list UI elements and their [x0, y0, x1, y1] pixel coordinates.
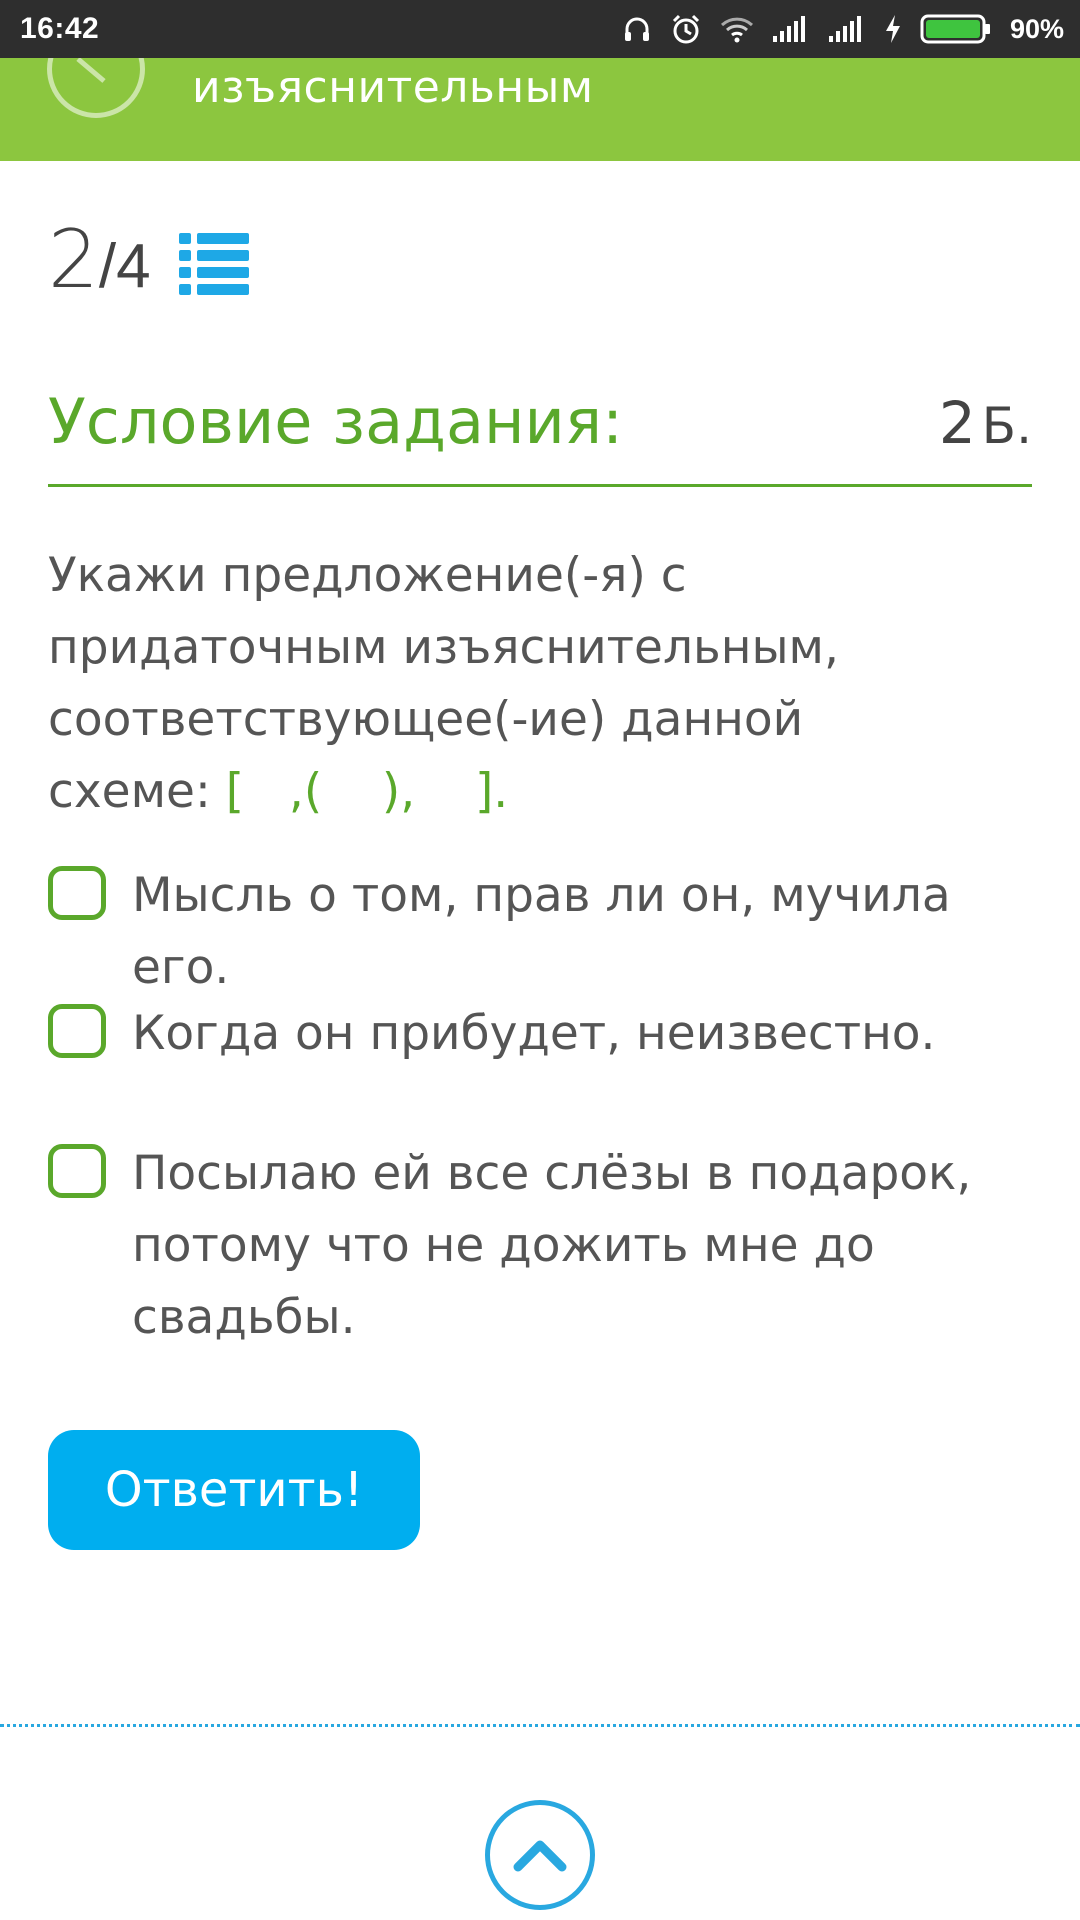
option-label: Мысль о том, прав ли он, мучила его. — [132, 868, 951, 995]
signal-icon — [828, 16, 866, 42]
charging-icon — [884, 14, 902, 44]
option-checkbox[interactable] — [48, 1004, 106, 1058]
progress-total: 4 — [116, 232, 151, 301]
alarm-icon — [670, 13, 702, 45]
back-button[interactable] — [47, 58, 145, 118]
condition-header: Условие задания: 2 Б. — [48, 385, 1032, 458]
answer-option-2[interactable]: Когда он прибудет, неизвестно. — [48, 998, 1032, 1070]
headphones-icon — [622, 14, 652, 44]
wifi-icon — [720, 15, 754, 43]
question-scheme: [ ,( ), ]. — [225, 764, 509, 819]
answer-option-3[interactable]: Посылаю ей все слёзы в подарок, потому ч… — [48, 1138, 1032, 1354]
points-value: 2 — [938, 389, 976, 457]
answer-option-1[interactable]: Мысль о том, прав ли он, мучила его. — [48, 860, 1032, 1004]
condition-title: Условие задания: — [48, 385, 623, 458]
signal-icon — [772, 16, 810, 42]
option-checkbox[interactable] — [48, 1144, 106, 1198]
chevron-up-icon — [513, 1840, 567, 1872]
question-text: Укажи предложение(-я) с придаточным изъя… — [48, 540, 948, 828]
option-label: Посылаю ей все слёзы в подарок, потому ч… — [132, 1146, 972, 1345]
battery-icon — [920, 14, 992, 44]
progress-separator: / — [98, 232, 117, 301]
scroll-to-top-button[interactable] — [485, 1800, 595, 1910]
question-list-icon[interactable] — [178, 231, 249, 295]
footer-divider — [0, 1724, 1080, 1727]
status-time: 16:42 — [20, 12, 100, 45]
option-label: Когда он прибудет, неизвестно. — [132, 1006, 936, 1061]
status-bar: 16:42 90% — [0, 0, 1080, 58]
progress-current: 2 — [48, 213, 99, 306]
app-header: изъяснительным — [0, 58, 1080, 161]
battery-percent: 90% — [1009, 13, 1064, 44]
condition-divider — [48, 484, 1032, 487]
option-checkbox[interactable] — [48, 866, 106, 920]
header-title: изъяснительным — [192, 62, 594, 113]
status-icons: 90% — [622, 13, 1064, 45]
points: 2 Б. — [939, 389, 1032, 457]
chevron-left-icon — [76, 58, 106, 83]
answer-button[interactable]: Ответить! — [48, 1430, 420, 1550]
points-unit: Б. — [981, 397, 1032, 455]
question-progress: 2 / 4 — [48, 220, 249, 300]
